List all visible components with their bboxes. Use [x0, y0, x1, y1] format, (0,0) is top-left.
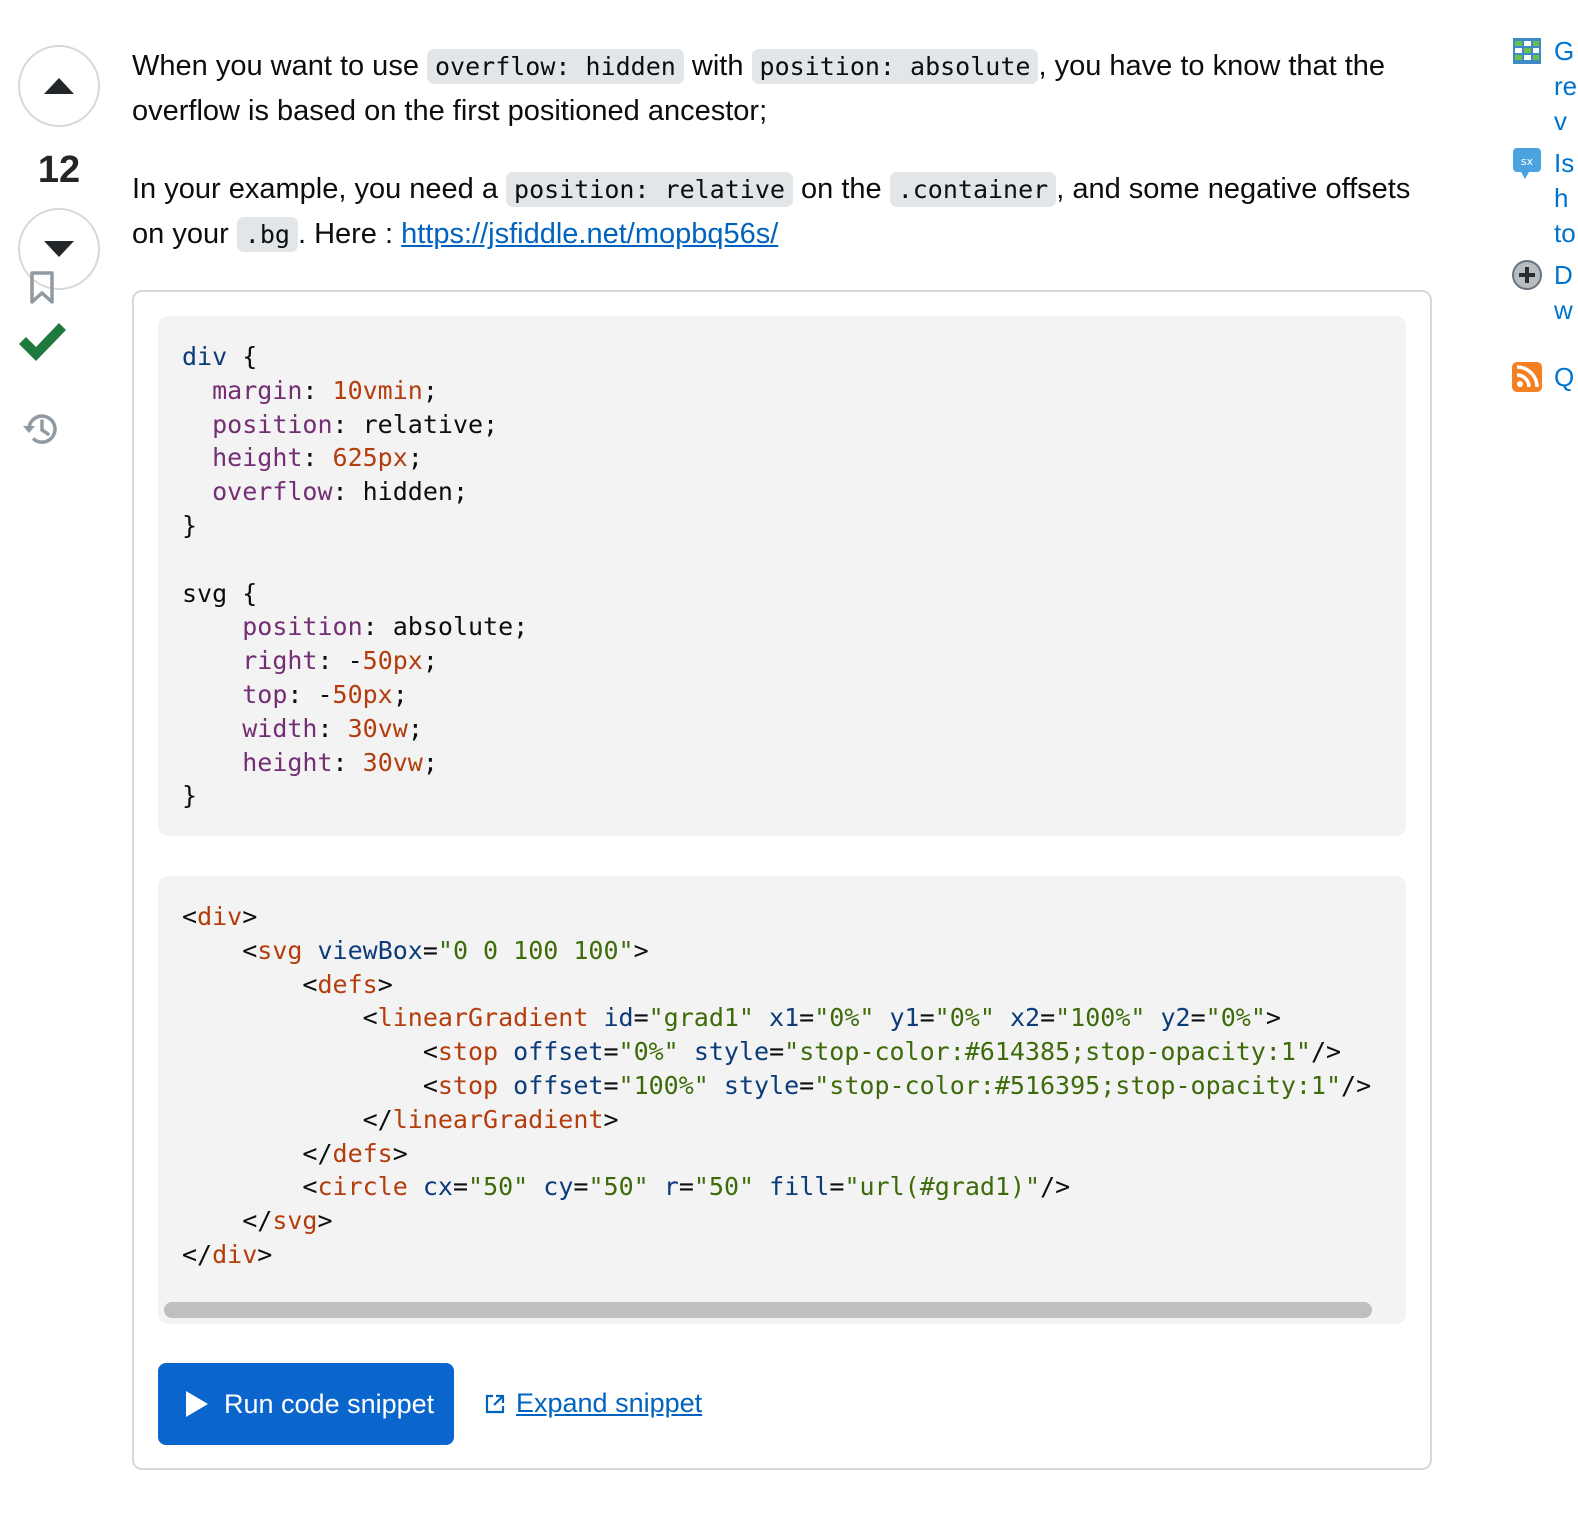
sidebar-item[interactable]: Q	[1510, 360, 1578, 395]
text: with	[683, 50, 752, 82]
jsfiddle-link[interactable]: https://jsfiddle.net/mopbq56s/	[401, 218, 778, 250]
inline-code: position: absolute	[751, 49, 1039, 84]
inline-code: .bg	[236, 217, 298, 252]
sidebar-line: Q	[1554, 362, 1575, 392]
history-icon	[23, 414, 57, 444]
sx-chat-icon: sx	[1510, 146, 1544, 180]
sidebar-line: D	[1554, 260, 1573, 290]
sidebar-item[interactable]: D w	[1510, 258, 1578, 328]
arrow-up-icon	[44, 78, 74, 94]
external-link-icon	[484, 1393, 506, 1415]
inline-code: position: relative	[506, 172, 793, 207]
inline-code: .container	[889, 172, 1057, 207]
run-button-label: Run code snippet	[224, 1388, 435, 1419]
sidebar-line: Is	[1554, 148, 1575, 178]
inline-code: overflow: hidden	[427, 49, 684, 84]
text: on the	[792, 173, 890, 205]
paragraph-2: In your example, you need a position: re…	[132, 167, 1432, 257]
sidebar-line: w	[1554, 295, 1573, 325]
vote-count: 12	[37, 149, 81, 191]
answer-body: When you want to use overflow: hidden wi…	[132, 44, 1432, 257]
expand-snippet-link[interactable]: Expand snippet	[484, 1388, 702, 1419]
expand-snippet-label: Expand snippet	[516, 1388, 703, 1418]
arrow-down-icon	[44, 241, 74, 257]
run-code-snippet-button[interactable]: Run code snippet	[158, 1363, 454, 1445]
horizontal-scrollbar[interactable]	[164, 1302, 1372, 1318]
paragraph-1: When you want to use overflow: hidden wi…	[132, 44, 1432, 133]
sidebar-line: h	[1554, 183, 1569, 213]
text: When you want to use	[132, 50, 427, 82]
html-code: <div> <svg viewBox="0 0 100 100"> <defs>…	[182, 902, 1372, 1269]
sidebar-item[interactable]: sx Is h to	[1510, 146, 1578, 251]
css-code-block[interactable]: div { margin: 10vmin; position: relative…	[158, 316, 1406, 836]
css-code: div { margin: 10vmin; position: relative…	[182, 342, 529, 811]
rss-icon	[1510, 360, 1544, 394]
sidebar-line: to	[1554, 218, 1576, 248]
spreadsheet-icon	[1510, 34, 1544, 68]
revision-history-button[interactable]	[20, 408, 62, 450]
sidebar-item-text: D w	[1554, 258, 1578, 328]
checkmark-icon	[19, 323, 66, 361]
text: In your example, you need a	[132, 173, 507, 205]
sidebar-item-text: G re v	[1554, 34, 1578, 139]
svg-text:sx: sx	[1521, 155, 1534, 168]
accepted-answer-indicator	[14, 318, 70, 368]
sidebar-item-text: Q	[1554, 360, 1578, 395]
text: . Here :	[297, 218, 402, 250]
bookmark-button[interactable]	[24, 268, 60, 308]
bookmark-icon	[30, 271, 54, 304]
sidebar-item[interactable]: G re v	[1510, 34, 1578, 139]
sidebar-line: re	[1554, 71, 1578, 101]
upvote-button[interactable]	[18, 45, 100, 127]
play-icon	[184, 1389, 210, 1419]
vote-column: 12	[18, 45, 102, 290]
plus-circle-icon	[1510, 258, 1544, 292]
sidebar-line: G	[1554, 36, 1575, 66]
sidebar-item-text: Is h to	[1554, 146, 1578, 251]
sidebar-line: v	[1554, 106, 1567, 136]
code-snippet: div { margin: 10vmin; position: relative…	[132, 290, 1432, 1470]
html-code-block[interactable]: <div> <svg viewBox="0 0 100 100"> <defs>…	[158, 876, 1406, 1324]
